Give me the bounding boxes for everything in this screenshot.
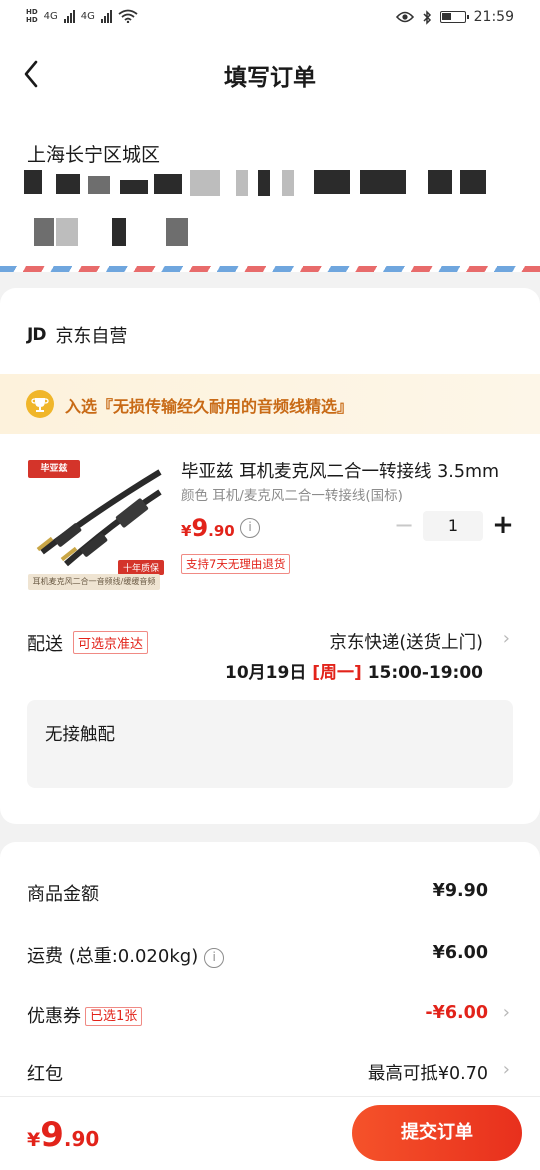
- battery-icon: [439, 11, 469, 23]
- delivery-label: 配送: [27, 634, 63, 655]
- product-spec: 颜色 耳机/麦克风二合一转接线(国标): [181, 488, 403, 504]
- quantity-minus-button[interactable]: −: [393, 512, 415, 540]
- status-left: HD HD 4G 4G: [26, 8, 138, 24]
- quantity-input[interactable]: 1: [423, 511, 483, 541]
- thumb-tag: 十年质保: [117, 560, 164, 575]
- hd-label: HD: [26, 8, 38, 16]
- submit-order-button[interactable]: 提交订单: [352, 1105, 522, 1161]
- chevron-right-icon: ›: [502, 1002, 510, 1023]
- status-time: 21:59: [473, 9, 514, 25]
- promo-banner[interactable]: 入选『无损传输经久耐用的音频线精选』: [0, 374, 540, 434]
- total-symbol: ¥: [27, 1129, 41, 1151]
- coupon-label: 优惠券: [27, 1006, 81, 1027]
- freight-value: ¥6.00: [432, 943, 488, 963]
- shop-header: JD 京东自营: [27, 322, 127, 348]
- coupon-value[interactable]: -¥6.00: [425, 1003, 488, 1023]
- product-image[interactable]: 毕亚兹 十年质保 耳机麦克风二合一音频线/缓缓音频: [24, 452, 164, 592]
- price-symbol: ¥: [181, 522, 192, 540]
- order-note-field[interactable]: 无接触配: [27, 700, 513, 788]
- coupon-badge: 已选1张: [85, 1007, 143, 1026]
- delivery-badge: 可选京准达: [73, 631, 149, 654]
- freight-row: 运费 (总重:0.020kg) i: [27, 942, 225, 968]
- nav-bar: 填写订单: [0, 36, 540, 114]
- shop-name: 京东自营: [55, 326, 128, 347]
- price-decimal: .90: [208, 522, 235, 540]
- total-decimal: .90: [63, 1127, 100, 1151]
- wifi-icon: [118, 9, 138, 23]
- return-policy-badge: 支持7天无理由退货: [181, 554, 291, 574]
- chevron-right-icon: ›: [502, 1059, 510, 1080]
- status-bar: HD HD 4G 4G 21:59: [0, 0, 540, 36]
- delivery-method[interactable]: 京东快递(送货上门): [329, 629, 483, 654]
- coupon-row[interactable]: 优惠券 已选1张: [27, 1002, 143, 1028]
- delivery-weekday: [周一]: [312, 663, 362, 683]
- net-label: 4G: [43, 10, 58, 22]
- redpacket-label: 红包: [27, 1064, 63, 1085]
- bottom-bar: ¥9.90 提交订单: [0, 1096, 540, 1170]
- signal-icon: [100, 9, 112, 23]
- address-region: 上海长宁区城区: [27, 144, 161, 166]
- jd-logo: JD: [27, 325, 46, 345]
- chevron-right-icon: ›: [502, 628, 510, 649]
- airmail-border: [0, 266, 540, 272]
- signal-icon: [63, 9, 75, 23]
- goods-amount-label: 商品金额: [27, 884, 99, 905]
- price-info-icon[interactable]: i: [240, 518, 260, 538]
- delivery-time[interactable]: 10月19日 [周一] 15:00-19:00: [225, 658, 483, 683]
- product-title[interactable]: 毕亚兹 耳机麦克风二合一转接线 3.5mm: [181, 458, 516, 483]
- hd-icon: HD HD: [26, 8, 38, 24]
- total-integer: 9: [40, 1115, 64, 1155]
- net-label: 4G: [80, 10, 95, 22]
- hd-label: HD: [26, 16, 38, 24]
- thumb-caption: 耳机麦克风二合一音频线/缓缓音频: [28, 574, 160, 590]
- trophy-icon: [26, 390, 54, 418]
- goods-amount-value: ¥9.90: [432, 881, 488, 901]
- page-title: 填写订单: [224, 65, 316, 91]
- eye-icon: [395, 11, 414, 23]
- delivery-slot: 15:00-19:00: [367, 663, 483, 683]
- promo-text: 入选『无损传输经久耐用的音频线精选』: [65, 397, 354, 416]
- bluetooth-icon: [423, 9, 431, 25]
- product-price: ¥9.90: [181, 514, 235, 542]
- freight-label: 运费 (总重:0.020kg): [27, 946, 199, 967]
- shop-card: JD 京东自营 入选『无损传输经久耐用的音频线精选』 毕亚兹 十年质保 耳机麦克…: [0, 288, 540, 824]
- price-integer: 9: [191, 514, 209, 542]
- delivery-date: 10月19日: [225, 663, 307, 683]
- redpacket-value[interactable]: 最高可抵¥0.70: [368, 1060, 488, 1085]
- total-price: ¥9.90: [27, 1115, 99, 1155]
- status-right: 21:59: [395, 9, 514, 25]
- address-card[interactable]: 上海长宁区城区: [0, 114, 540, 272]
- freight-info-icon[interactable]: i: [204, 948, 225, 968]
- quantity-plus-button[interactable]: +: [491, 510, 515, 540]
- order-note-text: 无接触配: [45, 725, 115, 745]
